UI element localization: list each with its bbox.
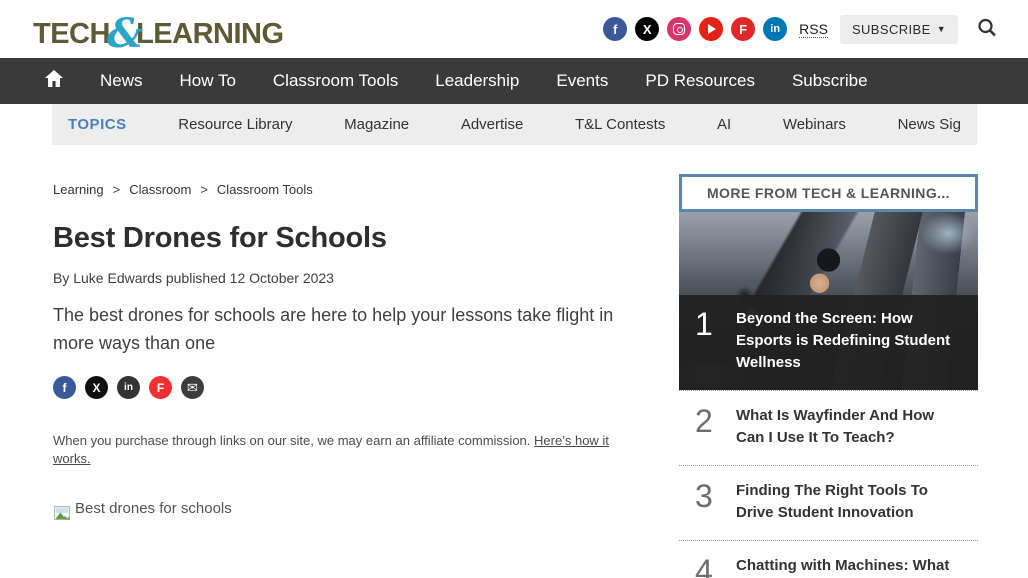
- share-facebook-icon[interactable]: f: [53, 376, 76, 399]
- page-title: Best Drones for Schools: [53, 222, 387, 254]
- rank-number: 2: [695, 403, 713, 439]
- byline: By Luke Edwards published 12 October 202…: [53, 270, 645, 286]
- logo-text-tech: TECH: [33, 17, 110, 50]
- sidebar-header: MORE FROM TECH & LEARNING...: [679, 174, 978, 212]
- image-alt-text: Best drones for schools: [75, 500, 232, 517]
- logo-text-learning: LEARNING: [136, 17, 284, 50]
- flipboard-icon[interactable]: F: [731, 17, 756, 41]
- page: TECH & LEARNING f X F in RSS SUBSCRIBE ▼: [0, 0, 1028, 578]
- share-x-icon[interactable]: X: [85, 376, 108, 399]
- nav-item-subscribe[interactable]: Subscribe: [792, 71, 868, 91]
- breadcrumb-learning[interactable]: Learning: [53, 182, 104, 197]
- rank-number: 4: [695, 553, 713, 578]
- linkedin-icon[interactable]: in: [763, 17, 788, 41]
- rank-number: 3: [695, 478, 713, 515]
- topics-label: TOPICS: [68, 116, 127, 133]
- nav-item-how-to[interactable]: How To: [180, 71, 236, 91]
- instagram-icon[interactable]: [667, 17, 692, 41]
- sidebar-item-4[interactable]: 4 Chatting with Machines: What: [679, 541, 978, 578]
- search-icon: [976, 17, 998, 42]
- youtube-icon[interactable]: [699, 17, 724, 41]
- article-column: Learning > Classroom > Classroom Tools B…: [53, 182, 645, 529]
- flipboard-glyph: F: [156, 380, 165, 395]
- nav-item-pd-resources[interactable]: PD Resources: [645, 71, 755, 91]
- sidebar-item-2[interactable]: 2 What Is Wayfinder And How Can I Use It…: [679, 391, 978, 467]
- sidebar-item-title[interactable]: What Is Wayfinder And How Can I Use It T…: [736, 405, 964, 449]
- sidebar-item-title[interactable]: Chatting with Machines: What: [736, 555, 949, 578]
- rss-link[interactable]: RSS: [799, 21, 828, 38]
- play-glyph: [708, 24, 717, 34]
- home-button[interactable]: [45, 70, 63, 92]
- x-glyph: X: [92, 380, 101, 395]
- nav-item-leadership[interactable]: Leadership: [435, 71, 519, 91]
- author-link[interactable]: Luke Edwards: [73, 270, 162, 286]
- share-email-icon[interactable]: ✉: [181, 376, 204, 399]
- logo-ampersand: &: [106, 9, 144, 57]
- main-nav: News How To Classroom Tools Leadership E…: [0, 58, 1028, 104]
- envelope-glyph: ✉: [187, 380, 198, 395]
- rank-number: 1: [695, 305, 713, 342]
- more-from-sidebar: MORE FROM TECH & LEARNING... 1 Beyond th…: [679, 174, 978, 578]
- share-flipboard-icon[interactable]: F: [149, 376, 172, 399]
- breadcrumb: Learning > Classroom > Classroom Tools: [53, 182, 645, 197]
- nav-item-events[interactable]: Events: [556, 71, 608, 91]
- topic-ai[interactable]: AI: [717, 116, 731, 133]
- topic-resource-library[interactable]: Resource Library: [178, 116, 292, 133]
- site-logo[interactable]: TECH & LEARNING: [33, 6, 284, 57]
- facebook-icon[interactable]: f: [603, 17, 628, 41]
- camera-glyph: [673, 23, 686, 35]
- linkedin-glyph: in: [124, 381, 133, 393]
- topic-webinars[interactable]: Webinars: [783, 116, 846, 133]
- topics-bar: TOPICS Resource Library Magazine Adverti…: [52, 104, 977, 145]
- site-header: TECH & LEARNING f X F in RSS SUBSCRIBE ▼: [0, 0, 1028, 58]
- search-button[interactable]: [976, 17, 998, 42]
- breadcrumb-classroom-tools[interactable]: Classroom Tools: [217, 182, 313, 197]
- caret-down-icon: ▼: [936, 24, 946, 34]
- share-row: f X in F ✉: [53, 376, 645, 399]
- breadcrumb-separator: >: [112, 182, 121, 197]
- linkedin-glyph: in: [770, 22, 781, 35]
- nav-item-news[interactable]: News: [100, 71, 143, 91]
- home-icon: [45, 70, 63, 92]
- broken-image-icon: [53, 504, 73, 529]
- subscribe-label: SUBSCRIBE: [851, 21, 931, 37]
- topic-advertise[interactable]: Advertise: [461, 116, 524, 133]
- published-date: published 12 October 2023: [165, 270, 334, 286]
- disclosure-text: When you purchase through links on our s…: [53, 433, 531, 448]
- topic-magazine[interactable]: Magazine: [344, 116, 409, 133]
- article-image-broken: Best drones for schools: [53, 500, 645, 529]
- breadcrumb-classroom[interactable]: Classroom: [129, 182, 191, 197]
- sidebar-item-1[interactable]: 1 Beyond the Screen: How Esports is Rede…: [679, 212, 978, 391]
- header-actions: f X F in RSS SUBSCRIBE ▼: [603, 14, 998, 44]
- sidebar-item-1-overlay: 1 Beyond the Screen: How Esports is Rede…: [679, 294, 978, 390]
- facebook-glyph: f: [62, 380, 67, 395]
- topic-news-signup[interactable]: News Sig: [898, 116, 961, 133]
- topic-tl-contests[interactable]: T&L Contests: [575, 116, 665, 133]
- sidebar-item-title[interactable]: Beyond the Screen: How Esports is Redefi…: [736, 308, 964, 374]
- share-linkedin-icon[interactable]: in: [117, 376, 140, 399]
- facebook-glyph: f: [612, 21, 618, 37]
- breadcrumb-separator: >: [200, 182, 208, 197]
- x-twitter-icon[interactable]: X: [635, 17, 660, 41]
- x-glyph: X: [642, 21, 652, 37]
- subscribe-button[interactable]: SUBSCRIBE ▼: [839, 14, 958, 44]
- affiliate-disclosure: When you purchase through links on our s…: [53, 432, 645, 468]
- sidebar-item-title[interactable]: Finding The Right Tools To Drive Student…: [736, 480, 964, 524]
- sidebar-item-3[interactable]: 3 Finding The Right Tools To Drive Stude…: [679, 466, 978, 542]
- flipboard-glyph: F: [739, 21, 748, 37]
- byline-prefix: By: [53, 270, 70, 286]
- nav-item-classroom-tools[interactable]: Classroom Tools: [273, 71, 398, 91]
- article-standfirst: The best drones for schools are here to …: [53, 305, 614, 353]
